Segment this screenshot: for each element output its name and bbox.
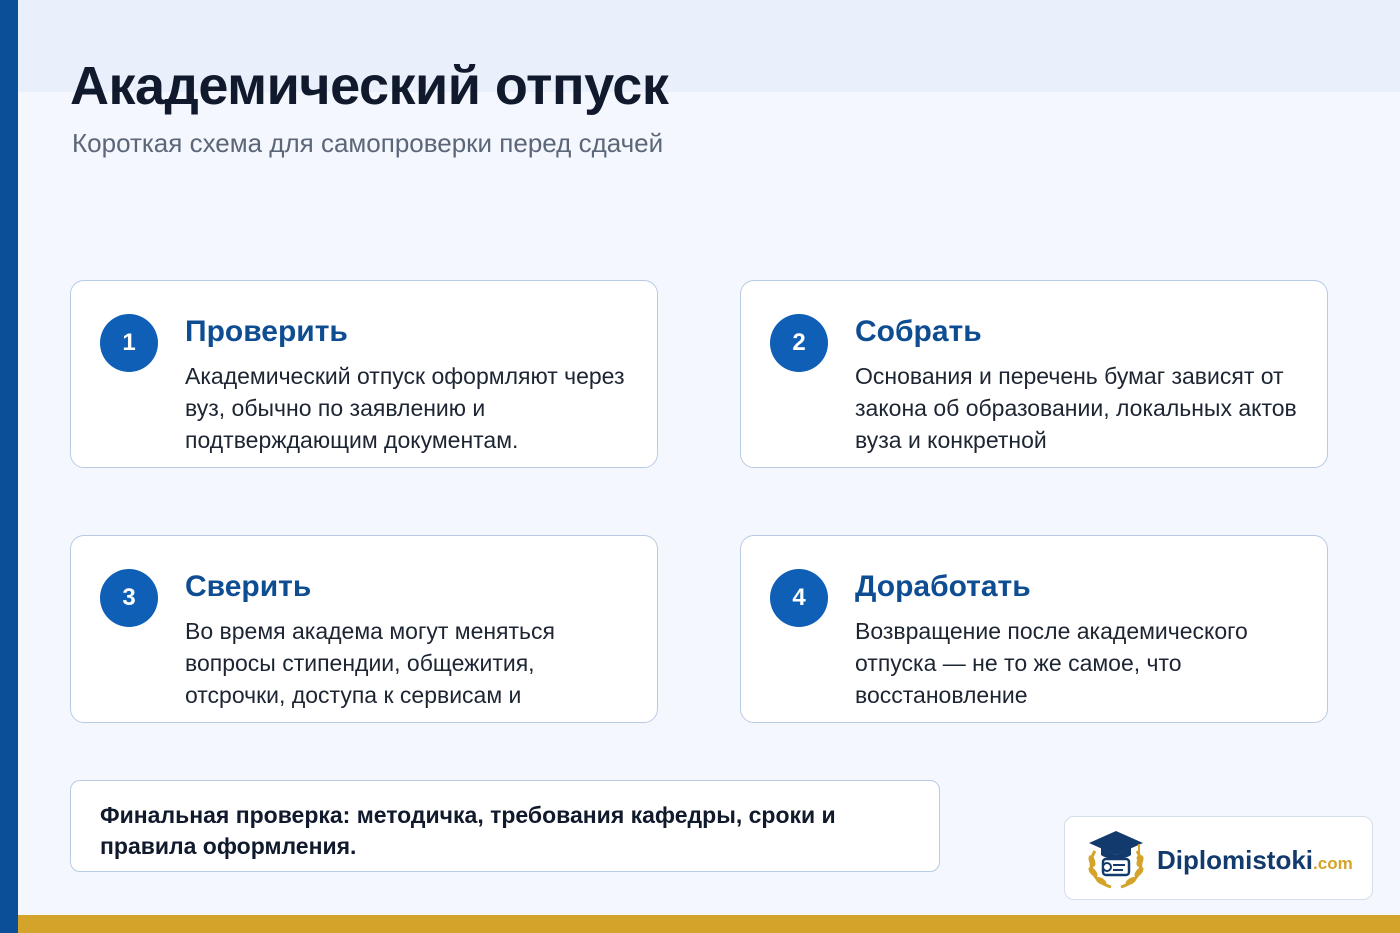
graduation-cap-laurel-icon	[1088, 831, 1144, 889]
page-subtitle: Короткая схема для самопроверки перед сд…	[72, 128, 664, 158]
step-text: Возвращение после академического отпуска…	[855, 618, 1248, 708]
step-card-4: 4 Доработать Возвращение после академиче…	[740, 535, 1328, 723]
brand-logo[interactable]: Diplomistoki.com	[1064, 816, 1373, 900]
logo-name: Diplomistoki	[1157, 845, 1314, 875]
step-number-badge: 2	[770, 314, 828, 372]
step-text: Основания и перечень бумаг зависят от за…	[855, 363, 1297, 453]
left-accent-bar	[0, 0, 18, 933]
step-title: Доработать	[855, 570, 1031, 603]
step-number-badge: 3	[100, 569, 158, 627]
step-title: Собрать	[855, 315, 982, 348]
logo-wordmark: Diplomistoki.com	[1157, 845, 1353, 880]
step-text: Академический отпуск оформляют через вуз…	[185, 363, 625, 453]
step-title: Проверить	[185, 315, 348, 348]
step-title: Сверить	[185, 570, 312, 603]
step-card-1: 1 Проверить Академический отпуск оформля…	[70, 280, 658, 468]
final-check-box: Финальная проверка: методичка, требовани…	[70, 780, 940, 872]
logo-domain: .com	[1313, 854, 1353, 873]
page-title: Академический отпуск	[70, 56, 669, 116]
step-text: Во время академа могут меняться вопросы …	[185, 618, 555, 708]
step-card-3: 3 Сверить Во время академа могут менятьс…	[70, 535, 658, 723]
bottom-accent-bar	[18, 915, 1400, 933]
step-number-badge: 1	[100, 314, 158, 372]
final-check-text: Финальная проверка: методичка, требовани…	[100, 802, 836, 859]
step-card-2: 2 Собрать Основания и перечень бумаг зав…	[740, 280, 1328, 468]
step-number-badge: 4	[770, 569, 828, 627]
